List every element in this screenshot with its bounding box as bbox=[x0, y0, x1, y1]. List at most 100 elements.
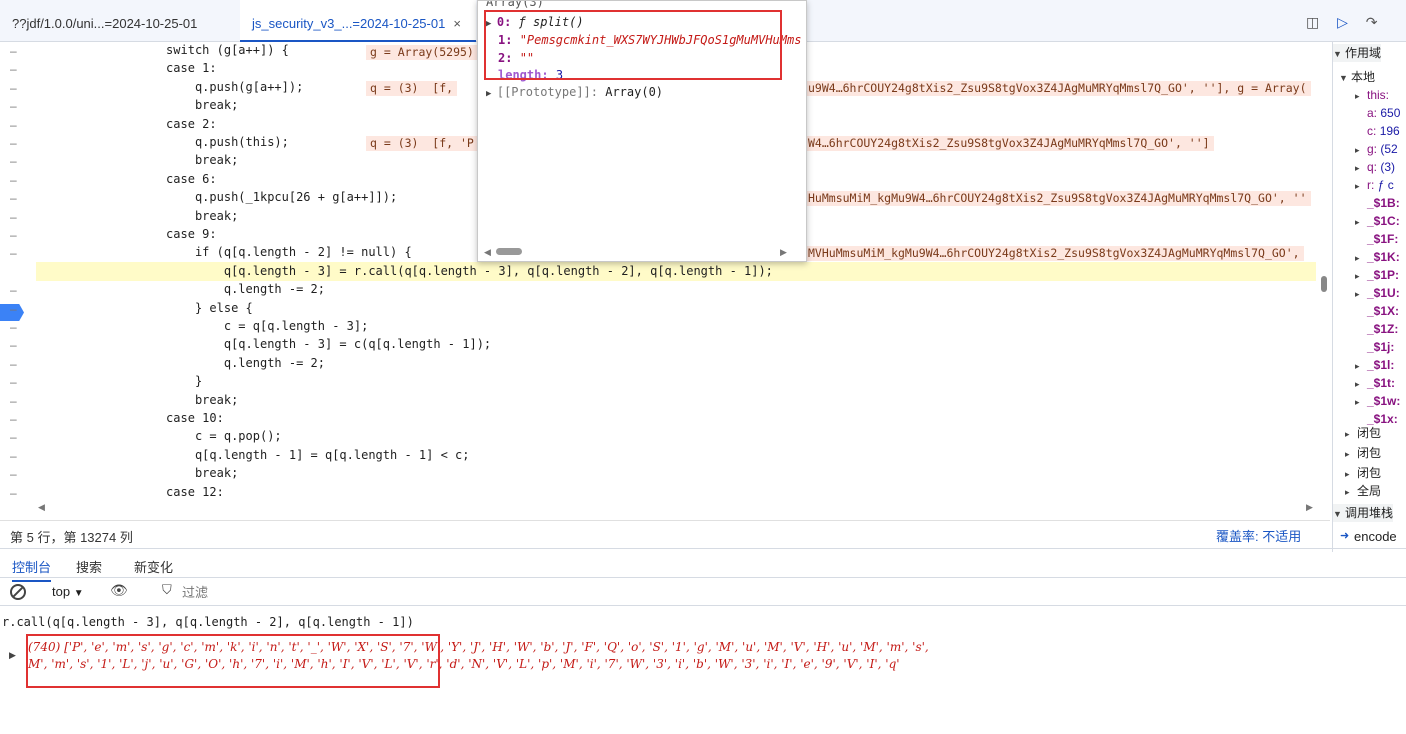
code-line[interactable]: case 2: bbox=[36, 115, 217, 133]
scope-var[interactable]: _$1Z: bbox=[1355, 320, 1398, 338]
code-line[interactable]: q[q.length - 3] = r.call(q[q.length - 3]… bbox=[36, 262, 773, 280]
drawer-tab-bar: 控制台 搜索 新变化 bbox=[0, 548, 1406, 582]
code-line[interactable]: q.push(g[a++]); bbox=[36, 78, 303, 96]
inline-value-annotation: HuMmsuMiM_kgMu9W4…6hrCOUY24g8tXis2_Zsu9S… bbox=[804, 191, 1311, 206]
scope-var[interactable]: _$1B: bbox=[1355, 194, 1400, 212]
code-line[interactable]: if (q[q.length - 2] != null) { bbox=[36, 243, 412, 261]
scope-closure[interactable]: ▸ 闭包 bbox=[1345, 464, 1381, 482]
scope-var[interactable]: ▸ _$1K: bbox=[1355, 248, 1400, 266]
code-line[interactable]: switch (g[a++]) { bbox=[36, 42, 289, 59]
scope-var[interactable]: ▸ g: (52 bbox=[1355, 140, 1398, 158]
section-label: 作用域 bbox=[1345, 46, 1382, 60]
scope-var[interactable]: ▸ this: bbox=[1355, 86, 1389, 104]
editor-horizontal-scrollbar[interactable]: ◀ ▶ bbox=[36, 502, 1326, 516]
code-line[interactable]: q.push(this); bbox=[36, 133, 289, 151]
scope-global[interactable]: ▸ 全局 bbox=[1345, 482, 1381, 500]
scope-var[interactable]: _$1F: bbox=[1355, 230, 1398, 248]
scope-var[interactable]: ▸ _$1l: bbox=[1355, 356, 1394, 374]
scope-closure[interactable]: ▸ 闭包 bbox=[1345, 444, 1381, 462]
code-line[interactable]: q.length -= 2; bbox=[36, 280, 325, 298]
expand-icon: ▸ bbox=[1355, 379, 1360, 389]
context-select[interactable]: top ▼ bbox=[44, 582, 96, 602]
scroll-left-icon[interactable]: ◀ bbox=[38, 502, 45, 513]
scope-var[interactable]: _$1X: bbox=[1355, 302, 1399, 320]
call-frame-encode[interactable]: ➜ encode bbox=[1332, 526, 1406, 550]
code-line[interactable]: q.length -= 2; bbox=[36, 354, 325, 372]
code-line[interactable]: case 1: bbox=[36, 59, 217, 77]
inline-value-annotation: q = (3) [f, 'P bbox=[366, 136, 478, 151]
popover-prototype[interactable]: ▶ [[Prototype]]: Array(0) bbox=[486, 83, 663, 101]
var-name: _$1C: bbox=[1367, 214, 1400, 228]
var-name: _$1t: bbox=[1367, 376, 1396, 390]
code-line[interactable]: break; bbox=[36, 151, 238, 169]
callstack-header[interactable]: ▼ 调用堆栈 bbox=[1333, 504, 1394, 522]
var-value: 650 bbox=[1380, 106, 1401, 120]
popover-scrollbar[interactable]: ◀ ▶ bbox=[484, 247, 787, 258]
file-tab-js-security[interactable]: js_security_v3_...=2024-10-25-01 × bbox=[240, 0, 476, 42]
step-over-icon[interactable]: ↷ bbox=[1366, 14, 1378, 30]
inline-value-annotation: MVHuMmsuMiM_kgMu9W4…6hrCOUY24g8tXis2_Zsu… bbox=[804, 246, 1304, 261]
code-line[interactable]: } bbox=[36, 372, 202, 390]
panel-toggle-icon[interactable]: ◫ bbox=[1306, 14, 1319, 30]
code-line[interactable]: break; bbox=[36, 391, 238, 409]
console-command: r.call(q[q.length - 3], q[q.length - 2],… bbox=[2, 615, 414, 629]
code-line[interactable]: case 10: bbox=[36, 409, 224, 427]
scope-var[interactable]: c: 196 bbox=[1355, 122, 1400, 140]
var-name: q: bbox=[1367, 160, 1378, 174]
code-line[interactable]: q[q.length - 1] = q[q.length - 1] < c; bbox=[36, 446, 470, 464]
gutter-mark: – bbox=[10, 430, 17, 445]
editor-status-bar: 第 5 行，第 13274 列 覆盖率: 不适用 bbox=[0, 520, 1330, 548]
scope-var[interactable]: ▸ _$1U: bbox=[1355, 284, 1400, 302]
var-name: c: bbox=[1367, 124, 1377, 138]
scope-var[interactable]: ▸ r: ƒ c bbox=[1355, 176, 1394, 194]
gutter-mark: – bbox=[10, 228, 17, 242]
scope-var[interactable]: ▸ _$1t: bbox=[1355, 374, 1395, 392]
scrollbar-thumb[interactable] bbox=[496, 248, 522, 255]
var-name: _$1P: bbox=[1367, 268, 1400, 282]
gutter-mark: – bbox=[10, 467, 17, 482]
global-label: 全局 bbox=[1357, 484, 1382, 498]
tab-search[interactable]: 搜索 bbox=[76, 557, 102, 576]
scrollbar-thumb[interactable] bbox=[1321, 276, 1327, 292]
code-line[interactable]: break; bbox=[36, 96, 238, 114]
clear-console-icon[interactable] bbox=[10, 584, 26, 600]
code-line[interactable]: q[q.length - 3] = c(q[q.length - 1]); bbox=[36, 335, 491, 353]
code-line[interactable]: q.push(_1kpcu[26 + g[a++]]); bbox=[36, 188, 397, 206]
scroll-right-icon[interactable]: ▶ bbox=[1306, 502, 1313, 513]
filter-input[interactable] bbox=[182, 582, 402, 602]
code-line[interactable]: } else { bbox=[36, 299, 253, 317]
scope-section-header[interactable]: ▼ 作用域 bbox=[1333, 44, 1382, 62]
code-line[interactable]: c = q.pop(); bbox=[36, 427, 282, 445]
scope-var[interactable]: ▸ _$1P: bbox=[1355, 266, 1399, 284]
scroll-right-icon[interactable]: ▶ bbox=[780, 247, 787, 258]
expand-icon: ▸ bbox=[1355, 181, 1360, 191]
scope-local[interactable]: ▼ 本地 bbox=[1339, 68, 1375, 86]
code-line[interactable]: break; bbox=[36, 464, 238, 482]
code-line[interactable]: case 9: bbox=[36, 225, 217, 243]
item-value: Array(0) bbox=[605, 85, 664, 99]
code-line[interactable]: case 6: bbox=[36, 170, 217, 188]
scroll-left-icon[interactable]: ◀ bbox=[484, 247, 491, 258]
gutter-mark: – bbox=[10, 117, 17, 132]
coverage-link[interactable]: 覆盖率: 不适用 bbox=[1216, 526, 1301, 545]
line-gutter: – – – – – – – – – – – – – – – – – – – – – – – – bbox=[0, 42, 36, 502]
scope-var[interactable]: ▸ _$1C: bbox=[1355, 212, 1400, 230]
editor-vertical-scrollbar[interactable] bbox=[1318, 42, 1330, 502]
code-line[interactable]: case 12: bbox=[36, 483, 224, 501]
close-icon[interactable]: × bbox=[453, 16, 461, 31]
tab-changes[interactable]: 新变化 bbox=[134, 557, 173, 576]
file-tab-uni[interactable]: ??jdf/1.0.0/uni...=2024-10-25-01 bbox=[12, 0, 197, 42]
gutter-mark: – bbox=[10, 136, 17, 150]
scope-var[interactable]: ▸ _$1w: bbox=[1355, 392, 1400, 410]
scope-var[interactable]: a: 650 bbox=[1355, 104, 1400, 122]
var-name: _$1F: bbox=[1367, 232, 1399, 246]
scope-var[interactable]: ▸ q: (3) bbox=[1355, 158, 1395, 176]
code-line[interactable]: break; bbox=[36, 207, 238, 225]
resume-icon[interactable]: ▷ bbox=[1337, 14, 1348, 30]
scope-var[interactable]: _$1j: bbox=[1355, 338, 1394, 356]
code-line[interactable]: c = q[q.length - 3]; bbox=[36, 317, 369, 335]
expand-result-icon[interactable]: ▶ bbox=[9, 650, 16, 661]
context-value: top bbox=[52, 584, 71, 599]
scope-closure[interactable]: ▸ 闭包 bbox=[1345, 424, 1381, 442]
eye-icon[interactable]: 👁 bbox=[110, 582, 128, 599]
